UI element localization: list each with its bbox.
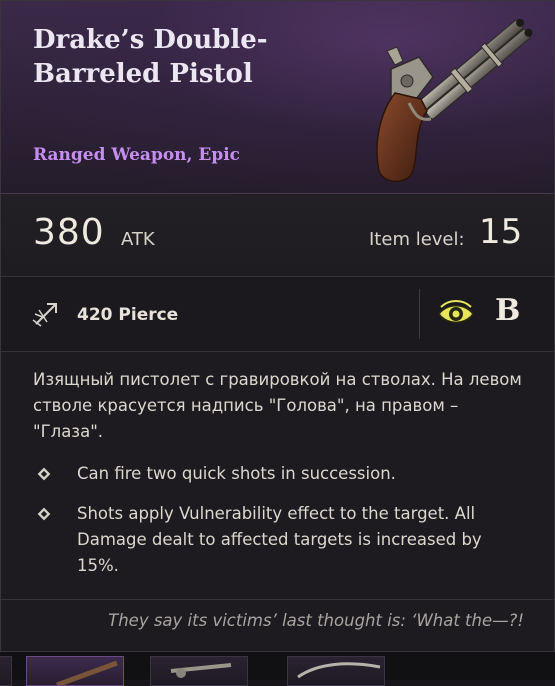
trait-text: Shots apply Vulnerability effect to the … (77, 504, 482, 575)
grade-letter: B (495, 293, 521, 328)
divider (419, 289, 420, 339)
item-thumbnail-strip (0, 652, 555, 686)
flintlock-pistol-icon (376, 18, 533, 183)
tooltip-header: Drake’s Double-Barreled Pistol Ranged We… (1, 1, 554, 194)
item-name: Drake’s Double-Barreled Pistol (33, 25, 268, 89)
attribute-row: 420 Pierce B (1, 277, 554, 352)
diamond-bullet-icon (37, 467, 51, 481)
item-thumbnail[interactable] (26, 656, 124, 686)
pierce-stat: 420 Pierce (77, 305, 179, 325)
item-thumbnail[interactable] (287, 656, 385, 686)
attack-label: ATK (121, 229, 155, 250)
diamond-bullet-icon (37, 507, 51, 521)
trait-item: Can fire two quick shots in succession. (33, 461, 528, 487)
sword-icon (297, 662, 381, 679)
stats-row: 380 ATK Item level: 15 (1, 194, 554, 277)
item-tooltip: Drake’s Double-Barreled Pistol Ranged We… (0, 0, 555, 652)
item-description: Изящный пистолет с гравировкой на ствола… (33, 370, 522, 441)
item-type: Ranged Weapon, Epic (33, 145, 241, 165)
item-thumbnail[interactable] (150, 656, 248, 686)
divider (1, 599, 554, 600)
item-thumbnail[interactable] (0, 656, 12, 686)
eye-icon (438, 300, 474, 323)
flavor-text: They say its victims’ last thought is: ‘… (108, 611, 524, 630)
pistol-icon (170, 663, 232, 678)
trait-text: Can fire two quick shots in succession. (77, 464, 396, 483)
pierce-arrow-icon (32, 303, 57, 327)
item-level-label: Item level: (369, 229, 465, 250)
rifle-icon (56, 660, 118, 685)
item-level-value: 15 (479, 212, 523, 252)
trait-item: Shots apply Vulnerability effect to the … (33, 501, 528, 581)
attack-value: 380 (33, 212, 105, 253)
